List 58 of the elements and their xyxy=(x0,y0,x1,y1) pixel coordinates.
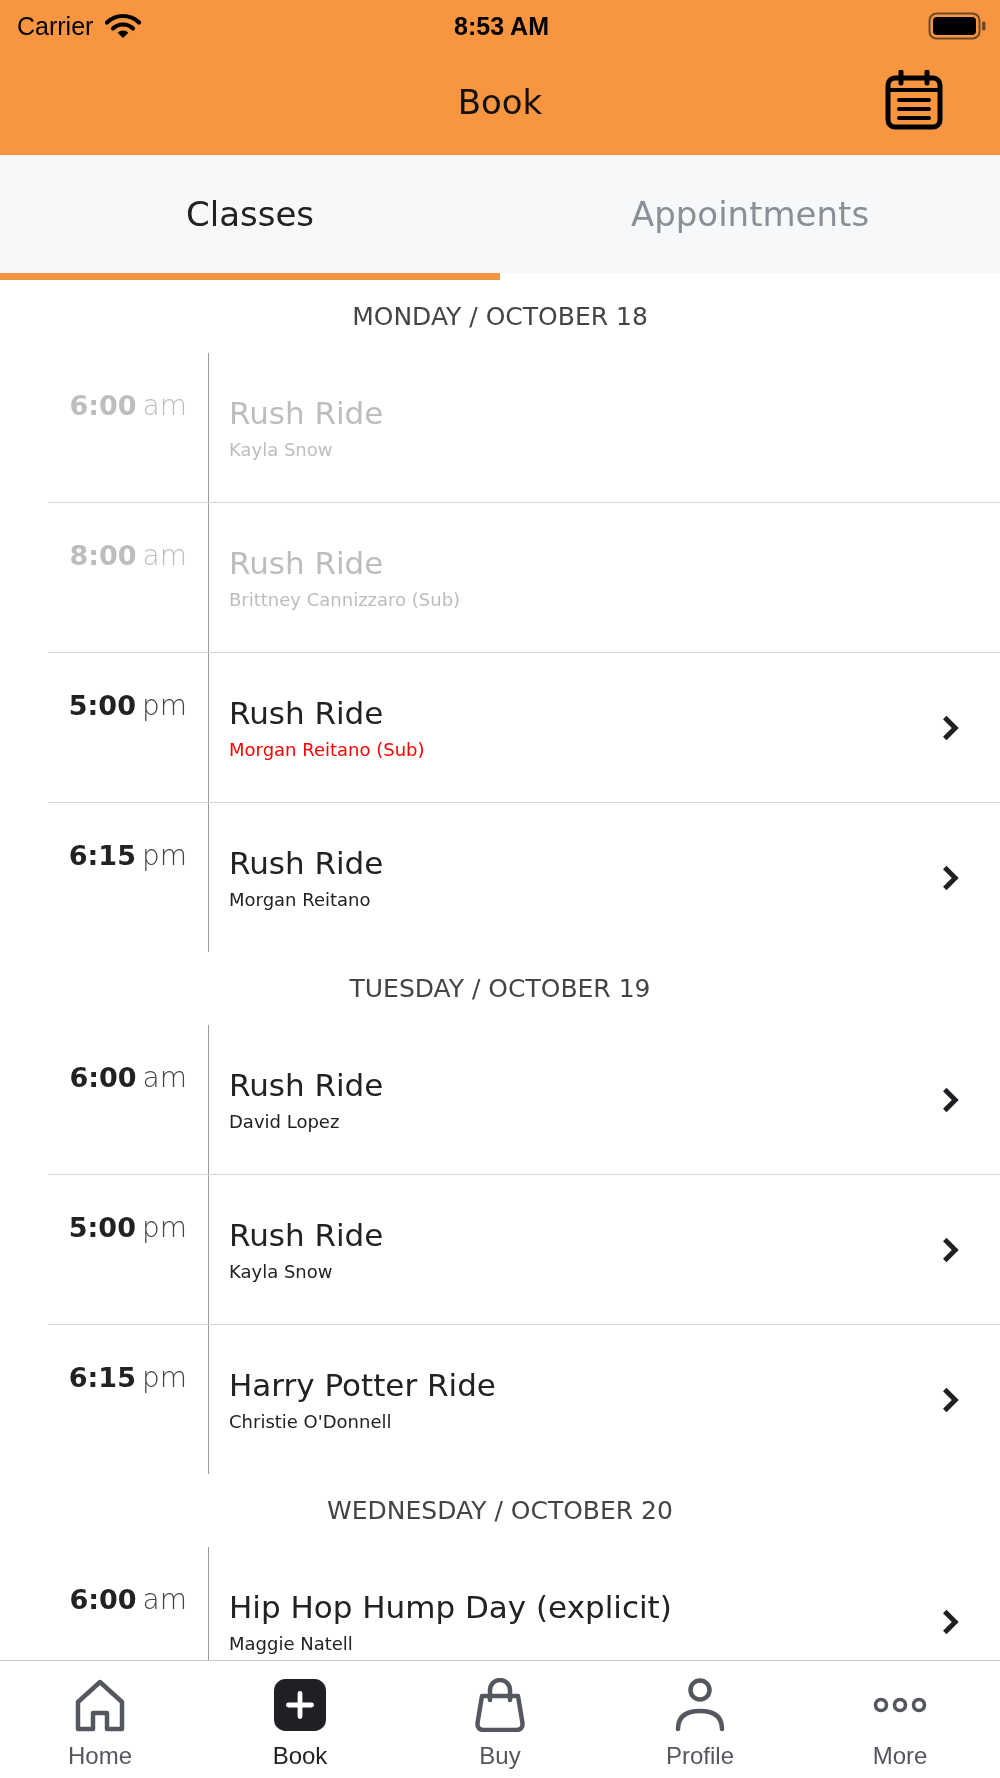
tab[interactable]: Classes xyxy=(0,155,500,280)
time-period: am xyxy=(142,388,187,424)
status-time: 8:53 AM xyxy=(454,11,549,41)
class-name: Rush Ride xyxy=(229,1065,384,1104)
time-period: pm xyxy=(141,838,187,874)
wifi-icon xyxy=(105,13,142,39)
tab-bar-item[interactable]: Book xyxy=(200,1661,400,1778)
instructor-name: Morgan Reitano (Sub) xyxy=(229,737,425,762)
instructor-name: Morgan Reitano xyxy=(229,887,371,912)
tab-bar-item[interactable]: Home xyxy=(0,1661,200,1778)
class-name: Rush Ride xyxy=(229,1215,384,1254)
instructor-name: Christie O'Donnell xyxy=(229,1409,392,1434)
class-time: 6:00 xyxy=(69,1061,137,1095)
calendar-icon[interactable] xyxy=(885,70,943,130)
class-time: 8:00 xyxy=(69,539,137,573)
person-icon xyxy=(674,1678,726,1732)
day-heading: TUESDAY / OCTOBER 19 xyxy=(348,972,652,1005)
class-time: 6:00 xyxy=(69,389,137,423)
ellipsis-icon xyxy=(873,1696,927,1714)
instructor-name: Maggie Natell xyxy=(229,1631,353,1656)
day-heading: MONDAY / OCTOBER 18 xyxy=(351,300,649,333)
instructor-name: Kayla Snow xyxy=(229,437,333,462)
shopping-bag-icon xyxy=(474,1678,526,1732)
class-name: Rush Ride xyxy=(229,843,384,882)
tab-bar-item[interactable]: Profile xyxy=(600,1661,800,1778)
chevron-right-icon xyxy=(940,1085,960,1114)
tab-bar-item[interactable]: Buy xyxy=(400,1661,600,1778)
chevron-right-icon xyxy=(940,863,960,892)
class-time: 6:15 xyxy=(68,1361,136,1395)
time-period: am xyxy=(142,1582,187,1618)
time-period: pm xyxy=(141,688,187,724)
time-period: am xyxy=(142,1060,187,1096)
instructor-name: David Lopez xyxy=(229,1109,340,1134)
tab-bar-item[interactable]: More xyxy=(800,1661,1000,1778)
class-name: Rush Ride xyxy=(229,693,384,732)
class-name: Rush Ride xyxy=(229,543,384,582)
time-period: pm xyxy=(141,1210,187,1246)
home-icon xyxy=(74,1678,126,1732)
class-time: 6:00 xyxy=(69,1583,137,1617)
time-period: am xyxy=(142,538,187,574)
instructor-name: Kayla Snow xyxy=(229,1259,333,1284)
carrier-label: Carrier xyxy=(17,11,94,41)
class-name: Hip Hop Hump Day (explicit) xyxy=(229,1587,672,1626)
chevron-right-icon xyxy=(940,1607,960,1636)
class-name: Rush Ride xyxy=(229,393,384,432)
time-period: pm xyxy=(141,1360,187,1396)
battery-icon xyxy=(928,12,986,40)
instructor-name: Brittney Cannizzaro (Sub) xyxy=(229,587,461,612)
page-title: Book xyxy=(457,81,543,122)
class-time: 5:00 xyxy=(68,689,136,723)
chevron-right-icon xyxy=(940,713,960,742)
chevron-right-icon xyxy=(940,1235,960,1264)
chevron-right-icon xyxy=(940,1385,960,1414)
plus-square-icon xyxy=(274,1678,326,1732)
class-name: Harry Potter Ride xyxy=(229,1365,496,1404)
class-time: 5:00 xyxy=(68,1211,136,1245)
class-time: 6:15 xyxy=(68,839,136,873)
day-heading: WEDNESDAY / OCTOBER 20 xyxy=(326,1494,674,1527)
